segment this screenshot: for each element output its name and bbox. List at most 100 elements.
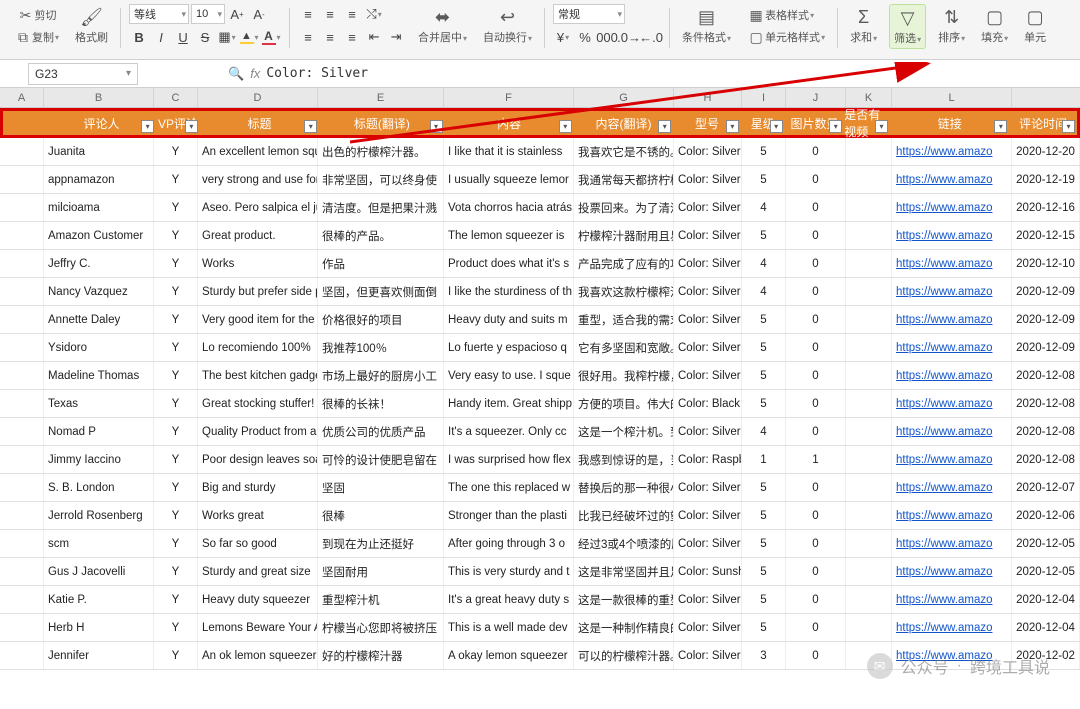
search-icon[interactable]: 🔍 bbox=[228, 66, 244, 82]
col-header[interactable]: E bbox=[318, 88, 444, 107]
cell-title[interactable]: Big and sturdy bbox=[198, 474, 318, 501]
cell-blank[interactable] bbox=[0, 502, 44, 529]
cell-link[interactable]: https://www.amazo bbox=[892, 138, 1012, 165]
cell-title-trans[interactable]: 坚固耐用 bbox=[318, 558, 444, 585]
cell-pics[interactable]: 0 bbox=[786, 138, 846, 165]
cell-content[interactable]: The lemon squeezer is bbox=[444, 222, 574, 249]
cell-stars[interactable]: 1 bbox=[742, 446, 786, 473]
cell-link[interactable]: https://www.amazo bbox=[892, 362, 1012, 389]
fill-button[interactable]: ▢填充▾ bbox=[977, 4, 1012, 47]
cell-title-trans[interactable]: 很棒的产品。 bbox=[318, 222, 444, 249]
cell-video[interactable] bbox=[846, 278, 892, 305]
cell-date[interactable]: 2020-12-20 bbox=[1012, 138, 1080, 165]
cell-blank[interactable] bbox=[0, 474, 44, 501]
cell-model[interactable]: Color: Silver bbox=[674, 306, 742, 333]
cell-link[interactable]: https://www.amazo bbox=[892, 334, 1012, 361]
cell-blank[interactable] bbox=[0, 362, 44, 389]
cell-model[interactable]: Color: Silver bbox=[674, 138, 742, 165]
cell-vp[interactable]: Y bbox=[154, 474, 198, 501]
increase-font-button[interactable]: A+ bbox=[227, 4, 247, 24]
cell-blank[interactable] bbox=[0, 530, 44, 557]
cell-reviewer[interactable]: Herb H bbox=[44, 614, 154, 641]
cell-date[interactable]: 2020-12-07 bbox=[1012, 474, 1080, 501]
cell-pics[interactable]: 0 bbox=[786, 502, 846, 529]
filter-cell-pics[interactable]: 图片数量▾ bbox=[785, 111, 845, 135]
cell-blank[interactable] bbox=[0, 446, 44, 473]
cell-reviewer[interactable]: Amazon Customer bbox=[44, 222, 154, 249]
cell-date[interactable]: 2020-12-08 bbox=[1012, 390, 1080, 417]
cell-content-trans[interactable]: 我通常每天都挤柠檬。 bbox=[574, 166, 674, 193]
cell-title-trans[interactable]: 优质公司的优质产品 bbox=[318, 418, 444, 445]
cell-vp[interactable]: Y bbox=[154, 446, 198, 473]
cell-stars[interactable]: 4 bbox=[742, 194, 786, 221]
cell-stars[interactable]: 4 bbox=[742, 418, 786, 445]
cell-title[interactable]: Sturdy but prefer side p bbox=[198, 278, 318, 305]
filter-dropdown-icon[interactable]: ▾ bbox=[304, 120, 317, 133]
cell-title[interactable]: Very good item for the bbox=[198, 306, 318, 333]
cell-stars[interactable]: 5 bbox=[742, 222, 786, 249]
cell-date[interactable]: 2020-12-08 bbox=[1012, 418, 1080, 445]
cell-model[interactable]: Color: Silver bbox=[674, 250, 742, 277]
cell-vp[interactable]: Y bbox=[154, 642, 198, 669]
cell-content[interactable]: This is very sturdy and t bbox=[444, 558, 574, 585]
cell-title-trans[interactable]: 好的柠檬榨汁器 bbox=[318, 642, 444, 669]
cell-date[interactable]: 2020-12-09 bbox=[1012, 334, 1080, 361]
cell-video[interactable] bbox=[846, 194, 892, 221]
table-row[interactable]: Jeffry C.YWorks作品Product does what it's … bbox=[0, 250, 1080, 278]
cell-video[interactable] bbox=[846, 446, 892, 473]
filter-cell-content[interactable]: 内容▾ bbox=[445, 111, 574, 135]
col-header[interactable]: G bbox=[574, 88, 674, 107]
filter-cell-video[interactable]: 是否有视频▾ bbox=[844, 111, 890, 135]
cell-model[interactable]: Color: Black bbox=[674, 390, 742, 417]
filter-dropdown-icon[interactable]: ▾ bbox=[141, 120, 154, 133]
cell-link[interactable]: https://www.amazo bbox=[892, 306, 1012, 333]
decimal-decrease-button[interactable]: ←.0 bbox=[641, 27, 661, 47]
cell-model[interactable]: Color: Silver bbox=[674, 530, 742, 557]
cell-vp[interactable]: Y bbox=[154, 558, 198, 585]
cell-model[interactable]: Color: Silver bbox=[674, 334, 742, 361]
cell-video[interactable] bbox=[846, 222, 892, 249]
cell-link[interactable]: https://www.amazo bbox=[892, 558, 1012, 585]
table-row[interactable]: appnamazonYvery strong and use for非常坚固，可… bbox=[0, 166, 1080, 194]
cell-stars[interactable]: 3 bbox=[742, 642, 786, 669]
table-row[interactable]: S. B. LondonYBig and sturdy坚固The one thi… bbox=[0, 474, 1080, 502]
cell-link[interactable]: https://www.amazo bbox=[892, 194, 1012, 221]
cell-title[interactable]: Works great bbox=[198, 502, 318, 529]
cell-reviewer[interactable]: appnamazon bbox=[44, 166, 154, 193]
cell-pics[interactable]: 0 bbox=[786, 278, 846, 305]
cell-title[interactable]: Sturdy and great size bbox=[198, 558, 318, 585]
col-header[interactable]: D bbox=[198, 88, 318, 107]
orientation-button[interactable]: ⤭▾ bbox=[364, 4, 384, 24]
filter-cell-model[interactable]: 型号▾ bbox=[673, 111, 741, 135]
cell-pics[interactable]: 0 bbox=[786, 166, 846, 193]
strikethrough-button[interactable]: S bbox=[195, 27, 215, 47]
filter-dropdown-icon[interactable]: ▾ bbox=[770, 120, 783, 133]
filter-dropdown-icon[interactable]: ▾ bbox=[875, 120, 888, 133]
cell-reviewer[interactable]: milcioama bbox=[44, 194, 154, 221]
cell-vp[interactable]: Y bbox=[154, 530, 198, 557]
cell-blank[interactable] bbox=[0, 614, 44, 641]
cell-content[interactable]: Lo fuerte y espacioso q bbox=[444, 334, 574, 361]
cell-model[interactable]: Color: Raspbe bbox=[674, 446, 742, 473]
number-format-select[interactable]: 常规 bbox=[553, 4, 625, 24]
cell-content[interactable]: I usually squeeze lemor bbox=[444, 166, 574, 193]
cell-model[interactable]: Color: Silver bbox=[674, 166, 742, 193]
filter-dropdown-icon[interactable]: ▾ bbox=[994, 120, 1007, 133]
col-header[interactable]: H bbox=[674, 88, 742, 107]
cell-reviewer[interactable]: scm bbox=[44, 530, 154, 557]
cell-reviewer[interactable]: Jeffry C. bbox=[44, 250, 154, 277]
table-row[interactable]: Gus J JacovelliYSturdy and great size坚固耐… bbox=[0, 558, 1080, 586]
cell-content-trans[interactable]: 这是一种制作精良的柠 bbox=[574, 614, 674, 641]
cell-vp[interactable]: Y bbox=[154, 502, 198, 529]
cell-model[interactable]: Color: Silver bbox=[674, 502, 742, 529]
col-header[interactable]: J bbox=[786, 88, 846, 107]
cell-content[interactable]: Heavy duty and suits m bbox=[444, 306, 574, 333]
cell-blank[interactable] bbox=[0, 558, 44, 585]
cell-title[interactable]: So far so good bbox=[198, 530, 318, 557]
table-style-button[interactable]: ▦表格样式▾ bbox=[743, 4, 818, 26]
cell-model[interactable]: Color: Silver bbox=[674, 222, 742, 249]
align-middle-button[interactable]: ≡ bbox=[320, 4, 340, 24]
cell-vp[interactable]: Y bbox=[154, 306, 198, 333]
font-size-select[interactable]: 10 bbox=[191, 4, 225, 24]
cell-title-trans[interactable]: 可怜的设计使肥皂留在 bbox=[318, 446, 444, 473]
